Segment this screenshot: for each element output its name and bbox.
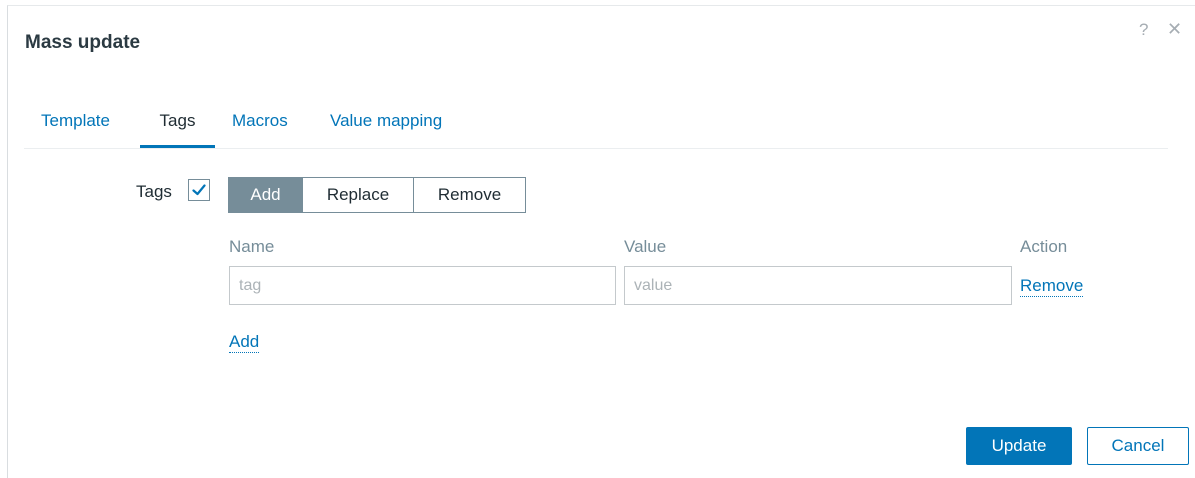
remove-tag-link[interactable]: Remove [1020,276,1084,297]
tab-template[interactable]: Template [41,106,123,148]
tab-value-mapping[interactable]: Value mapping [330,106,470,148]
tab-macros[interactable]: Macros [232,106,298,148]
tab-tags[interactable]: Tags [140,106,215,148]
update-button[interactable]: Update [966,427,1072,465]
checkmark-icon [192,184,206,196]
column-header-action: Action [1020,237,1068,256]
cancel-button[interactable]: Cancel [1087,427,1189,465]
add-tag-link[interactable]: Add [229,332,260,353]
column-header-name: Name [229,237,275,256]
tags-label: Tags [136,182,172,201]
tag-name-input[interactable] [229,266,616,305]
tags-checkbox[interactable] [188,179,210,201]
tag-value-input[interactable] [624,266,1012,305]
dialog-title: Mass update [25,32,141,53]
mode-add-button[interactable]: Add [229,178,302,212]
close-icon[interactable]: ✕ [1167,19,1182,40]
tab-bar: Template Tags Macros Value mapping [24,106,1168,149]
help-icon[interactable]: ? [1139,20,1148,40]
column-header-value: Value [624,237,667,256]
mode-replace-button[interactable]: Replace [302,178,413,212]
mass-update-dialog: Mass update ? ✕ Template Tags Macros Val… [7,5,1195,478]
tag-mode-selector: Add Replace Remove [228,177,526,213]
mode-remove-button[interactable]: Remove [413,178,525,212]
